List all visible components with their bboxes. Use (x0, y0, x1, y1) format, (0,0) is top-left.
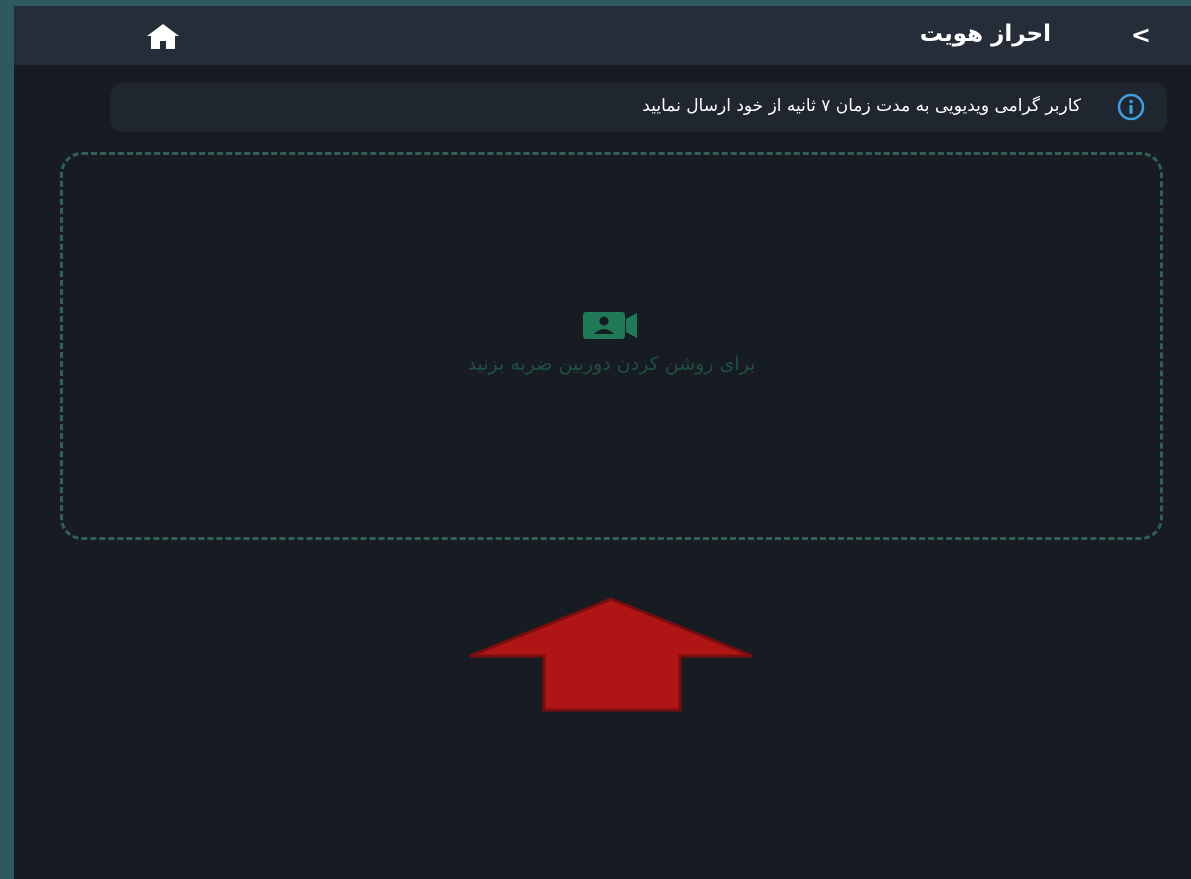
camera-prompt: برای روشن کردن دوربین ضربه بزنید (467, 353, 756, 375)
info-banner: کاربر گرامی ویدیویی به مدت زمان ۷ ثانیه … (110, 83, 1167, 132)
header-bar: < احراز هویت (14, 6, 1191, 65)
page-title: احراز هویت (919, 21, 1051, 47)
info-message: کاربر گرامی ویدیویی به مدت زمان ۷ ثانیه … (642, 96, 1081, 116)
camera-area[interactable]: برای روشن کردن دوربین ضربه بزنید (60, 152, 1163, 540)
home-icon[interactable] (146, 22, 180, 50)
info-icon (1117, 93, 1145, 121)
red-up-arrow (469, 597, 753, 712)
video-camera-icon (583, 312, 637, 339)
back-chevron-icon[interactable]: < (1131, 20, 1151, 50)
app-screen: < احراز هویت کاربر گرامی ویدیویی به مدت … (14, 6, 1191, 879)
